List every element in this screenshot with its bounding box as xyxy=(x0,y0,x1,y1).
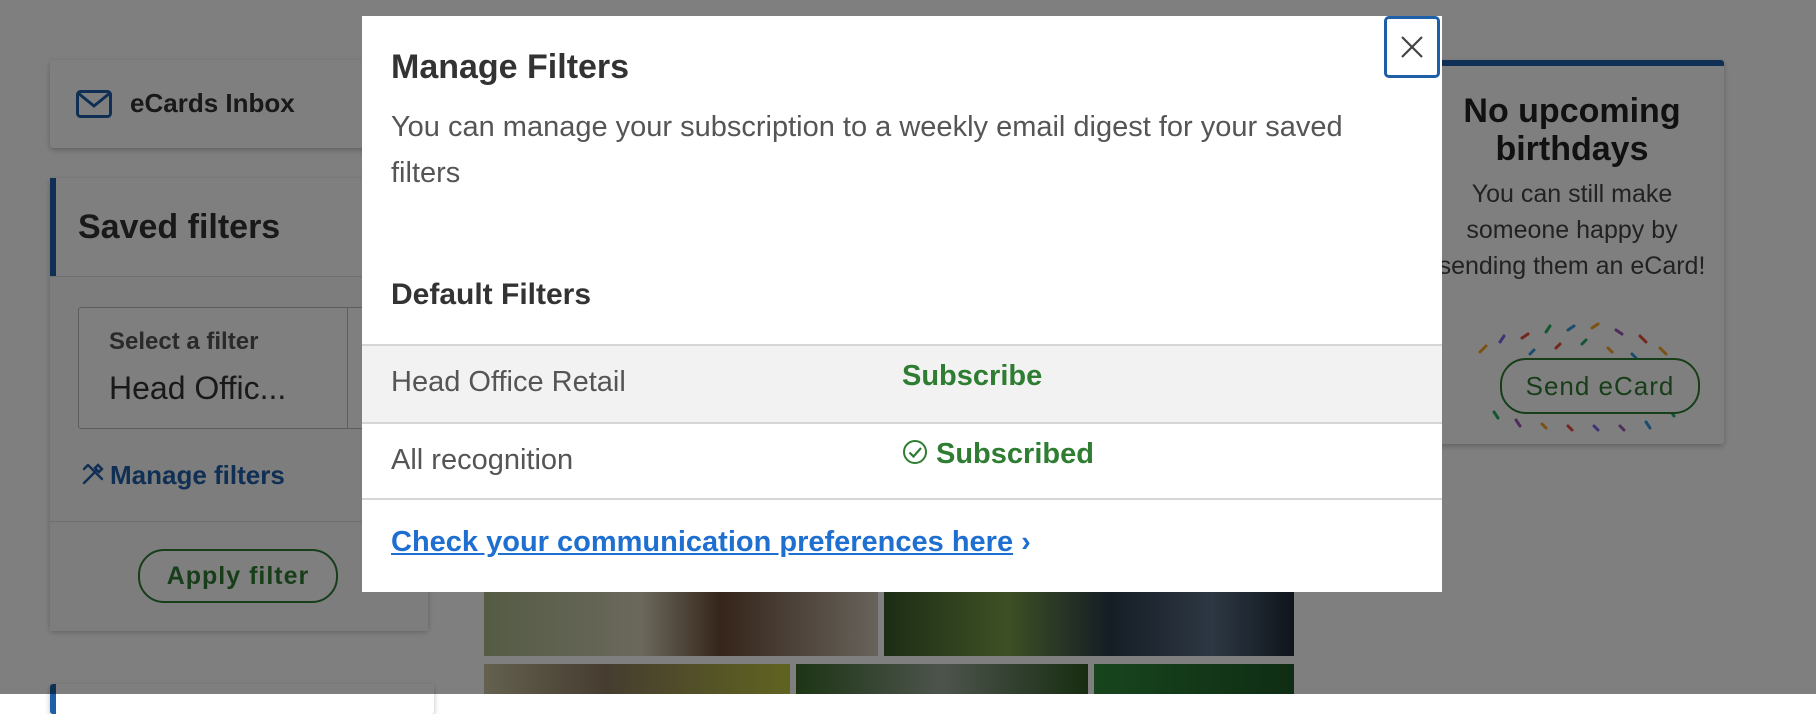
subscribe-button[interactable]: Subscribe xyxy=(902,360,1042,393)
filter-name: All recognition xyxy=(391,444,574,476)
subscribed-label: Subscribed xyxy=(936,438,1094,470)
chevron-right-icon: › xyxy=(1021,526,1031,558)
default-filters-heading: Default Filters xyxy=(391,278,592,311)
close-icon xyxy=(1401,36,1423,58)
filter-row: Head Office Retail Subscribe xyxy=(362,344,1442,422)
divider xyxy=(362,498,1442,500)
manage-filters-modal: Manage Filters You can manage your subsc… xyxy=(362,16,1442,592)
filter-name: Head Office Retail xyxy=(391,366,626,398)
communication-preferences-label: Check your communication preferences her… xyxy=(391,526,1014,558)
communication-preferences-link[interactable]: Check your communication preferences her… xyxy=(391,526,1031,559)
check-circle-icon xyxy=(903,440,927,464)
modal-description: You can manage your subscription to a we… xyxy=(391,111,1343,189)
subscribed-status[interactable]: Subscribed xyxy=(902,438,1094,471)
modal-title: Manage Filters xyxy=(391,48,630,86)
filter-row: All recognition Subscribed xyxy=(362,422,1442,500)
close-button[interactable] xyxy=(1384,16,1440,78)
